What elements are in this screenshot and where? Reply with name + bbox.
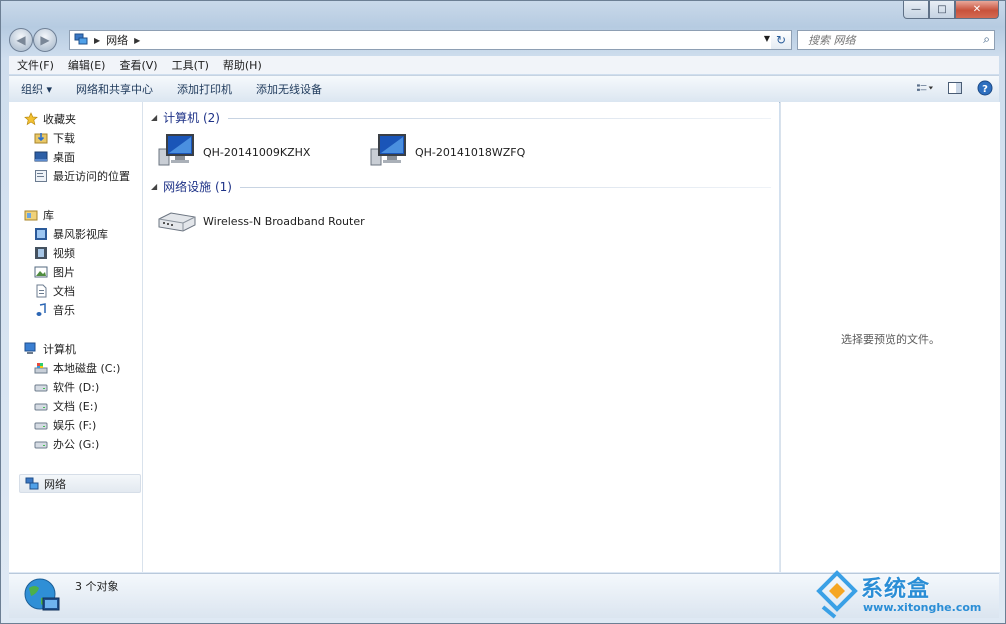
- breadcrumb-separator-icon: ▶: [94, 35, 101, 45]
- system-drive-icon: [33, 360, 49, 376]
- computer-item-2[interactable]: QH-20141018WZFQ: [369, 132, 525, 172]
- router-item-label: Wireless-N Broadband Router: [203, 214, 365, 228]
- menu-help[interactable]: 帮助(H): [215, 57, 268, 73]
- collapse-triangle-icon[interactable]: ◢: [151, 113, 157, 122]
- menu-edit[interactable]: 编辑(E): [60, 57, 112, 73]
- search-icon[interactable]: ⌕: [983, 32, 990, 47]
- group-title-computers: 计算机 (2): [163, 110, 220, 125]
- svg-text:?: ?: [982, 84, 988, 95]
- search-box[interactable]: ⌕: [797, 30, 995, 50]
- breadcrumb-chevron-icon[interactable]: ▶: [134, 36, 140, 45]
- preview-empty-message: 选择要预览的文件。: [841, 333, 940, 346]
- hard-drive-icon: [33, 436, 49, 452]
- document-icon: [33, 283, 49, 299]
- downloads-folder-icon: [33, 130, 49, 146]
- maximize-button[interactable]: □: [929, 1, 955, 19]
- sidebar-pictures-label: 图片: [53, 265, 75, 279]
- hard-drive-icon: [33, 417, 49, 433]
- sidebar-drive-g-label: 办公 (G:): [53, 437, 100, 451]
- group-divider: [239, 186, 771, 188]
- computer-monitor-icon: [369, 133, 409, 172]
- item-count: 3 个对象: [75, 580, 119, 593]
- group-header-computers[interactable]: ◢ 计算机 (2): [151, 108, 771, 126]
- sidebar-recent-places-label: 最近访问的位置: [53, 169, 130, 183]
- help-icon[interactable]: ?: [977, 80, 993, 96]
- sidebar-computer[interactable]: 计算机: [23, 339, 156, 358]
- explorer-window: — □ ✕ ◀ ▶ ▶ 网络 ▶ ▼ ↻ ⌕ 文件(F) 编辑(E) 查看(V)…: [0, 0, 1006, 624]
- sidebar-drive-e-label: 文档 (E:): [53, 399, 98, 413]
- address-bar[interactable]: ▶ 网络 ▶ ▼: [69, 30, 775, 50]
- menu-view[interactable]: 查看(V): [111, 57, 163, 73]
- hard-drive-icon: [33, 398, 49, 414]
- caption-buttons: — □ ✕: [903, 1, 999, 21]
- desktop-icon: [33, 149, 49, 165]
- sidebar-drive-f-label: 娱乐 (F:): [53, 418, 97, 432]
- watermark-url: www.xitonghe.com: [863, 601, 982, 614]
- back-button[interactable]: ◀: [9, 28, 33, 52]
- library-icon: [23, 207, 39, 223]
- add-wireless-device-button[interactable]: 添加无线设备: [244, 81, 334, 97]
- computer-item-1-label: QH-20141009KZHX: [203, 145, 311, 159]
- breadcrumb-network[interactable]: 网络: [106, 32, 128, 48]
- change-view-icon[interactable]: [917, 80, 933, 96]
- navigation-pane: 收藏夹 下载 桌面 最近访问的位置 库 暴风影视库 视频 图片 文档 音乐 计算…: [9, 102, 143, 572]
- sidebar-downloads-label: 下载: [53, 131, 75, 145]
- watermark-logo-icon: [815, 569, 859, 622]
- command-toolbar: 组织 ▾ 网络和共享中心 添加打印机 添加无线设备 ?: [9, 75, 999, 103]
- menu-bar: 文件(F) 编辑(E) 查看(V) 工具(T) 帮助(H): [9, 56, 999, 74]
- watermark-brand: 系统盒: [861, 577, 931, 602]
- file-list: ◢ 计算机 (2) QH-20141009KZHX QH-20141018WZF…: [143, 102, 779, 572]
- address-dropdown-icon[interactable]: ▼: [764, 34, 770, 43]
- sidebar-drive-d-label: 软件 (D:): [53, 380, 100, 394]
- sidebar-favorites[interactable]: 收藏夹: [23, 109, 156, 128]
- search-input[interactable]: [806, 33, 970, 48]
- sidebar-music-label: 音乐: [53, 303, 75, 317]
- menu-file[interactable]: 文件(F): [9, 57, 60, 73]
- sidebar-desktop-label: 桌面: [53, 150, 75, 164]
- minimize-button[interactable]: —: [903, 1, 929, 19]
- sidebar-network[interactable]: 网络: [19, 474, 141, 493]
- watermark: 系统盒 www.xitonghe.com: [811, 567, 991, 623]
- computer-item-1[interactable]: QH-20141009KZHX: [157, 132, 310, 172]
- close-button[interactable]: ✕: [955, 1, 999, 19]
- computer-item-2-label: QH-20141018WZFQ: [415, 145, 526, 159]
- sidebar-libraries[interactable]: 库: [23, 205, 156, 224]
- collapse-triangle-icon[interactable]: ◢: [151, 182, 157, 191]
- hard-drive-icon: [33, 379, 49, 395]
- music-note-icon: [33, 302, 49, 318]
- group-title-infrastructure: 网络设施 (1): [163, 179, 232, 194]
- picture-icon: [33, 264, 49, 280]
- forward-button[interactable]: ▶: [33, 28, 57, 52]
- computer-monitor-icon: [157, 133, 197, 172]
- sidebar-network-label: 网络: [44, 477, 66, 491]
- film-icon: [33, 245, 49, 261]
- group-divider: [227, 117, 771, 119]
- network-icon: [24, 476, 40, 492]
- video-library-icon: [33, 226, 49, 242]
- sidebar-videos-label: 视频: [53, 246, 75, 260]
- group-header-infrastructure[interactable]: ◢ 网络设施 (1): [151, 177, 771, 195]
- sidebar-drive-c-label: 本地磁盘 (C:): [53, 361, 121, 375]
- network-sharing-center-button[interactable]: 网络和共享中心: [64, 81, 165, 97]
- preview-pane-icon[interactable]: [947, 80, 963, 96]
- organize-button[interactable]: 组织 ▾: [9, 81, 64, 97]
- sidebar-baofeng-label: 暴风影视库: [53, 227, 108, 241]
- sidebar-libraries-label: 库: [43, 208, 54, 222]
- router-icon: [157, 205, 197, 238]
- sidebar-documents-label: 文档: [53, 284, 75, 298]
- recent-places-icon: [33, 168, 49, 184]
- computer-icon: [23, 341, 39, 357]
- navigation-bar: ◀ ▶ ▶ 网络 ▶ ▼ ↻ ⌕: [9, 28, 999, 52]
- menu-tools[interactable]: 工具(T): [164, 57, 215, 73]
- network-globe-icon: [23, 576, 61, 617]
- star-icon: [23, 111, 39, 127]
- sidebar-computer-label: 计算机: [43, 342, 76, 356]
- sidebar-favorites-label: 收藏夹: [43, 112, 76, 126]
- refresh-button[interactable]: ↻: [771, 30, 792, 50]
- add-printer-button[interactable]: 添加打印机: [165, 81, 244, 97]
- toolbar-right-group: ?: [917, 80, 993, 96]
- network-location-icon: [74, 32, 88, 49]
- router-item[interactable]: Wireless-N Broadband Router: [157, 201, 365, 241]
- preview-pane: 选择要预览的文件。: [780, 102, 1000, 572]
